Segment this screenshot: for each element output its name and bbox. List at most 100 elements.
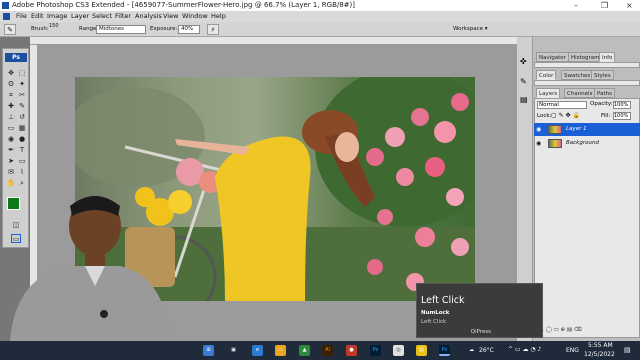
close-button[interactable]: × — [626, 0, 633, 11]
tab-styles[interactable]: Styles — [591, 70, 614, 80]
menu-help[interactable]: Help — [211, 11, 226, 22]
lock-label: Lock: — [537, 113, 552, 119]
layer-name: Layer 1 — [566, 126, 587, 132]
opacity-label: Opacity: — [590, 101, 613, 107]
menu-layer[interactable]: Layer — [71, 11, 89, 22]
layer-row-background[interactable]: ◉ Background — [534, 137, 640, 150]
top-ruler — [30, 37, 517, 45]
clone-stamp-tool-icon[interactable]: ⊥ — [6, 113, 16, 122]
layers-footer-icons[interactable]: fx. ◯ ▭ ⊕ ▤ ⌫ — [537, 327, 582, 333]
window-title: Adobe Photoshop CS3 Extended - [4659077-… — [12, 1, 356, 9]
gradient-tool-icon[interactable]: ▦ — [17, 124, 27, 133]
tab-channels[interactable]: Channels — [564, 88, 596, 98]
red-app-icon[interactable]: ● — [346, 345, 357, 356]
path-selection-tool-icon[interactable]: ➤ — [6, 157, 16, 166]
menu-window[interactable]: Window — [182, 11, 208, 22]
fill-input[interactable]: 100% — [613, 112, 631, 120]
tab-swatches[interactable]: Swatches — [561, 70, 594, 80]
menu-filter[interactable]: Filter — [115, 11, 131, 22]
menu-analysis[interactable]: Analysis — [135, 11, 162, 22]
notifications-icon[interactable]: ▤ — [624, 346, 631, 354]
taskbar: ⊞ ▣ e ▭ ▲ Ai ● Ps ◎ ▤ Ps ☁ 26°C ^ ▭ ☁ ◔ … — [0, 341, 640, 360]
fill-label: Fill: — [601, 113, 611, 119]
photoshop-active-taskbar-icon[interactable]: Ps — [439, 345, 450, 356]
tab-layers[interactable]: Layers — [536, 88, 561, 98]
shape-tool-icon[interactable]: ▭ — [17, 157, 27, 166]
color-panel-body — [534, 80, 640, 86]
tab-info[interactable]: Info — [599, 52, 616, 62]
crop-tool-icon[interactable]: ⌗ — [6, 91, 16, 100]
minimize-button[interactable]: – — [574, 0, 578, 11]
blur-tool-icon[interactable]: ◉ — [6, 135, 16, 144]
maximize-button[interactable]: ❐ — [601, 0, 608, 11]
start-button-icon[interactable]: ⊞ — [203, 345, 214, 356]
history-brush-tool-icon[interactable]: ↺ — [17, 113, 27, 122]
eraser-tool-icon[interactable]: ▭ — [6, 124, 16, 133]
menu-view[interactable]: View — [163, 11, 178, 22]
slice-tool-icon[interactable]: ✂ — [17, 91, 27, 100]
options-bar: ✎ Brush: 150 Range: Midtones Exposure: 4… — [0, 22, 640, 37]
weather-temperature: 26°C — [479, 347, 494, 354]
dodge-tool-preset-icon[interactable]: ✎ — [4, 24, 16, 35]
type-tool-icon[interactable]: T — [17, 146, 27, 155]
tab-navigator[interactable]: Navigator — [536, 52, 569, 62]
presenter-webcam — [0, 186, 175, 341]
keypress-notification: Left Click NumLock Left Click QiPress — [416, 283, 543, 338]
visibility-eye-icon[interactable]: ◉ — [536, 123, 544, 136]
lasso-tool-icon[interactable]: ʘ — [6, 80, 16, 89]
workspace-button[interactable]: Workspace ▾ — [453, 26, 488, 32]
green-app-icon[interactable]: ▲ — [299, 345, 310, 356]
notification-title: Left Click — [421, 295, 465, 306]
menu-select[interactable]: Select — [92, 11, 112, 22]
menu-bar: File Edit Image Layer Select Filter Anal… — [0, 11, 640, 22]
notification-line-2: Left Click — [421, 319, 447, 325]
brush-size[interactable]: 150 — [49, 23, 59, 29]
edge-browser-icon[interactable]: e — [252, 345, 263, 356]
airbrush-icon[interactable]: ⚡ — [207, 24, 219, 35]
menu-edit[interactable]: Edit — [31, 11, 44, 22]
layer-thumbnail — [548, 125, 562, 134]
blend-mode-select[interactable]: Normal — [537, 101, 587, 109]
exposure-label: Exposure: — [150, 26, 178, 32]
clock-time[interactable]: 5:55 AM — [588, 342, 613, 349]
folder-icon[interactable]: ▤ — [416, 345, 427, 356]
dodge-tool-icon[interactable]: ● — [17, 135, 27, 144]
menu-file[interactable]: File — [16, 11, 27, 22]
brushes-icon[interactable]: ✎ — [520, 77, 527, 86]
language-indicator[interactable]: ENG — [566, 347, 579, 354]
chrome-icon[interactable]: ◎ — [393, 345, 404, 356]
magic-wand-tool-icon[interactable]: ✦ — [17, 80, 27, 89]
pen-tool-icon[interactable]: ✒ — [6, 146, 16, 155]
illustrator-icon[interactable]: Ai — [322, 345, 333, 356]
healing-tool-icon[interactable]: ✚ — [6, 102, 16, 111]
tab-paths[interactable]: Paths — [594, 88, 615, 98]
marquee-tool-icon[interactable]: ⬚ — [17, 69, 27, 78]
layer-thumbnail — [548, 139, 562, 148]
notification-line-1: NumLock — [421, 310, 450, 316]
weather-icon[interactable]: ☁ — [466, 345, 477, 356]
eyedropper-tool-icon[interactable]: ⌇ — [17, 168, 27, 177]
notes-tool-icon[interactable]: ✉ — [6, 168, 16, 177]
title-bar: Adobe Photoshop CS3 Extended - [4659077-… — [0, 0, 640, 11]
photoshop-taskbar-icon[interactable]: Ps — [370, 345, 381, 356]
menu-image[interactable]: Image — [47, 11, 67, 22]
tab-histogram[interactable]: Histogram — [568, 52, 603, 62]
ps-menu-icon[interactable] — [3, 13, 10, 20]
file-explorer-icon[interactable]: ▭ — [275, 345, 286, 356]
lock-icons[interactable]: ▢ ✎ ✥ 🔒 — [551, 112, 580, 119]
clock-date[interactable]: 12/5/2022 — [584, 351, 615, 358]
range-select[interactable]: Midtones — [96, 25, 146, 34]
clone-source-icon[interactable]: ▤ — [520, 95, 528, 104]
opacity-input[interactable]: 100% — [613, 101, 631, 109]
tray-icons[interactable]: ^ ▭ ☁ ◔ ♪ — [508, 346, 541, 353]
task-view-icon[interactable]: ▣ — [228, 345, 239, 356]
layer-name: Background — [566, 140, 599, 146]
move-tool-icon[interactable]: ✥ — [6, 69, 16, 78]
visibility-eye-icon[interactable]: ◉ — [536, 137, 544, 150]
brush-tool-icon[interactable]: ✎ — [17, 102, 27, 111]
layer-row-layer-1[interactable]: ◉ Layer 1 — [534, 123, 640, 136]
exposure-input[interactable]: 40% — [178, 25, 200, 34]
tools-preset-icon[interactable]: ✜ — [520, 57, 527, 66]
brush-label: Brush: — [31, 26, 49, 32]
tab-color[interactable]: Color — [536, 70, 557, 80]
